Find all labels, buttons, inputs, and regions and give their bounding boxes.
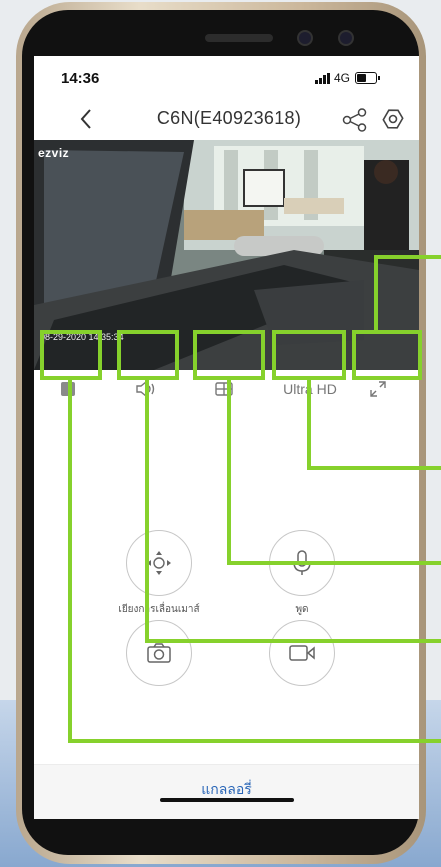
nav-header: C6N(E40923618) xyxy=(34,100,419,140)
leader-line xyxy=(68,378,72,742)
speaker-grille xyxy=(205,34,273,42)
ezviz-logo: ezviz xyxy=(38,146,70,160)
leader-line xyxy=(145,639,441,643)
record-circle[interactable] xyxy=(269,620,335,686)
gallery-bar[interactable]: แกลลอรี่ xyxy=(34,764,419,819)
leader-line xyxy=(374,255,441,259)
snapshot-circle[interactable] xyxy=(126,620,192,686)
talk-control[interactable]: พูด xyxy=(237,530,367,617)
highlight-box-quality xyxy=(272,330,346,380)
highlight-box-multiview xyxy=(193,330,265,380)
ptz-label: เยียงการเลื่อนเมาส์ xyxy=(118,604,200,615)
signal-icon xyxy=(315,73,330,84)
status-time: 14:36 xyxy=(61,70,100,87)
leader-line xyxy=(145,378,149,642)
snapshot-control[interactable] xyxy=(94,620,224,686)
share-icon[interactable] xyxy=(342,108,368,132)
leader-line xyxy=(68,739,441,743)
settings-gear-icon[interactable] xyxy=(380,107,406,133)
leader-line xyxy=(307,378,311,469)
video-camera-icon xyxy=(289,645,315,661)
front-camera xyxy=(299,32,311,44)
highlight-box-fullscreen xyxy=(352,330,422,380)
leader-line xyxy=(374,255,378,332)
record-control[interactable] xyxy=(237,620,367,686)
highlight-box-stop xyxy=(40,330,102,380)
ptz-control[interactable]: เยียงการเลื่อนเมาส์ xyxy=(94,530,224,617)
home-indicator xyxy=(160,798,294,802)
leader-line xyxy=(227,378,231,564)
network-type: 4G xyxy=(334,71,351,85)
front-sensor xyxy=(340,32,352,44)
grid-view-icon xyxy=(215,382,233,396)
leader-line xyxy=(227,561,441,565)
battery-icon xyxy=(355,72,380,84)
talk-label: พูด xyxy=(295,604,309,615)
status-bar: 14:36 4G xyxy=(34,56,419,100)
ptz-circle[interactable] xyxy=(126,530,192,596)
camera-icon xyxy=(147,643,171,663)
highlight-box-sound xyxy=(117,330,179,380)
leader-line xyxy=(307,466,441,470)
device-title: C6N(E40923618) xyxy=(156,108,302,128)
fullscreen-expand-icon xyxy=(370,381,386,397)
back-chevron-icon[interactable] xyxy=(74,106,100,132)
